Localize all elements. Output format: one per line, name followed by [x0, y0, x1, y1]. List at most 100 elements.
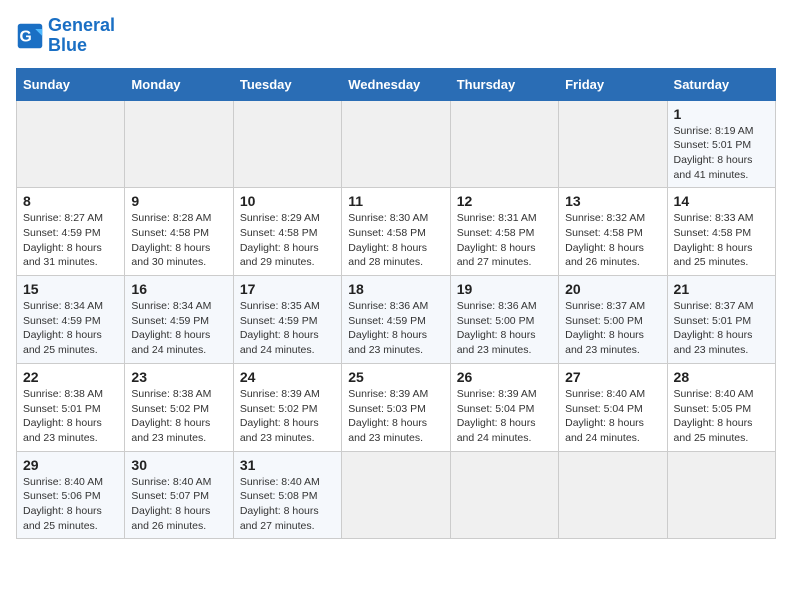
logo-text: GeneralBlue: [48, 16, 115, 56]
day-header-friday: Friday: [559, 68, 667, 100]
calendar-cell: 31 Sunrise: 8:40 AM Sunset: 5:08 PM Dayl…: [233, 451, 341, 539]
day-info: Sunrise: 8:29 AM Sunset: 4:58 PM Dayligh…: [240, 211, 335, 270]
day-info: Sunrise: 8:40 AM Sunset: 5:05 PM Dayligh…: [674, 387, 769, 446]
day-info: Sunrise: 8:37 AM Sunset: 5:01 PM Dayligh…: [674, 299, 769, 358]
day-number: 30: [131, 457, 226, 473]
calendar-cell: [559, 100, 667, 188]
day-info: Sunrise: 8:34 AM Sunset: 4:59 PM Dayligh…: [131, 299, 226, 358]
calendar-cell: 9 Sunrise: 8:28 AM Sunset: 4:58 PM Dayli…: [125, 188, 233, 276]
day-number: 18: [348, 281, 443, 297]
calendar-cell: [342, 100, 450, 188]
day-info: Sunrise: 8:40 AM Sunset: 5:08 PM Dayligh…: [240, 475, 335, 534]
calendar-week-5: 29 Sunrise: 8:40 AM Sunset: 5:06 PM Dayl…: [17, 451, 776, 539]
calendar-week-1: 1 Sunrise: 8:19 AM Sunset: 5:01 PM Dayli…: [17, 100, 776, 188]
day-info: Sunrise: 8:39 AM Sunset: 5:02 PM Dayligh…: [240, 387, 335, 446]
day-number: 10: [240, 193, 335, 209]
calendar-cell: 26 Sunrise: 8:39 AM Sunset: 5:04 PM Dayl…: [450, 363, 558, 451]
day-header-saturday: Saturday: [667, 68, 775, 100]
day-info: Sunrise: 8:35 AM Sunset: 4:59 PM Dayligh…: [240, 299, 335, 358]
calendar-cell: [450, 451, 558, 539]
logo: G GeneralBlue: [16, 16, 115, 56]
calendar-cell: 8 Sunrise: 8:27 AM Sunset: 4:59 PM Dayli…: [17, 188, 125, 276]
day-number: 17: [240, 281, 335, 297]
day-number: 9: [131, 193, 226, 209]
calendar-cell: 20 Sunrise: 8:37 AM Sunset: 5:00 PM Dayl…: [559, 276, 667, 364]
day-info: Sunrise: 8:19 AM Sunset: 5:01 PM Dayligh…: [674, 124, 769, 183]
day-info: Sunrise: 8:36 AM Sunset: 5:00 PM Dayligh…: [457, 299, 552, 358]
calendar-cell: [559, 451, 667, 539]
calendar-cell: 22 Sunrise: 8:38 AM Sunset: 5:01 PM Dayl…: [17, 363, 125, 451]
calendar-cell: [667, 451, 775, 539]
day-header-sunday: Sunday: [17, 68, 125, 100]
day-number: 12: [457, 193, 552, 209]
page-header: G GeneralBlue: [16, 16, 776, 56]
calendar-cell: 12 Sunrise: 8:31 AM Sunset: 4:58 PM Dayl…: [450, 188, 558, 276]
day-number: 16: [131, 281, 226, 297]
day-number: 20: [565, 281, 660, 297]
day-number: 8: [23, 193, 118, 209]
calendar-cell: 14 Sunrise: 8:33 AM Sunset: 4:58 PM Dayl…: [667, 188, 775, 276]
day-info: Sunrise: 8:34 AM Sunset: 4:59 PM Dayligh…: [23, 299, 118, 358]
day-number: 27: [565, 369, 660, 385]
calendar-cell: 16 Sunrise: 8:34 AM Sunset: 4:59 PM Dayl…: [125, 276, 233, 364]
calendar-cell: [125, 100, 233, 188]
calendar-cell: [233, 100, 341, 188]
day-info: Sunrise: 8:40 AM Sunset: 5:06 PM Dayligh…: [23, 475, 118, 534]
calendar-week-2: 8 Sunrise: 8:27 AM Sunset: 4:59 PM Dayli…: [17, 188, 776, 276]
day-info: Sunrise: 8:30 AM Sunset: 4:58 PM Dayligh…: [348, 211, 443, 270]
calendar-cell: 27 Sunrise: 8:40 AM Sunset: 5:04 PM Dayl…: [559, 363, 667, 451]
day-number: 11: [348, 193, 443, 209]
day-info: Sunrise: 8:39 AM Sunset: 5:04 PM Dayligh…: [457, 387, 552, 446]
day-number: 25: [348, 369, 443, 385]
calendar-week-4: 22 Sunrise: 8:38 AM Sunset: 5:01 PM Dayl…: [17, 363, 776, 451]
calendar-cell: 15 Sunrise: 8:34 AM Sunset: 4:59 PM Dayl…: [17, 276, 125, 364]
day-info: Sunrise: 8:39 AM Sunset: 5:03 PM Dayligh…: [348, 387, 443, 446]
calendar-cell: 1 Sunrise: 8:19 AM Sunset: 5:01 PM Dayli…: [667, 100, 775, 188]
day-number: 21: [674, 281, 769, 297]
day-header-wednesday: Wednesday: [342, 68, 450, 100]
day-info: Sunrise: 8:31 AM Sunset: 4:58 PM Dayligh…: [457, 211, 552, 270]
day-number: 24: [240, 369, 335, 385]
calendar-cell: 24 Sunrise: 8:39 AM Sunset: 5:02 PM Dayl…: [233, 363, 341, 451]
day-number: 31: [240, 457, 335, 473]
logo-icon: G: [16, 22, 44, 50]
calendar-cell: [342, 451, 450, 539]
day-number: 19: [457, 281, 552, 297]
calendar-cell: 29 Sunrise: 8:40 AM Sunset: 5:06 PM Dayl…: [17, 451, 125, 539]
day-info: Sunrise: 8:36 AM Sunset: 4:59 PM Dayligh…: [348, 299, 443, 358]
calendar-cell: 23 Sunrise: 8:38 AM Sunset: 5:02 PM Dayl…: [125, 363, 233, 451]
calendar-week-3: 15 Sunrise: 8:34 AM Sunset: 4:59 PM Dayl…: [17, 276, 776, 364]
day-info: Sunrise: 8:40 AM Sunset: 5:04 PM Dayligh…: [565, 387, 660, 446]
calendar-cell: 19 Sunrise: 8:36 AM Sunset: 5:00 PM Dayl…: [450, 276, 558, 364]
day-info: Sunrise: 8:37 AM Sunset: 5:00 PM Dayligh…: [565, 299, 660, 358]
calendar-cell: 28 Sunrise: 8:40 AM Sunset: 5:05 PM Dayl…: [667, 363, 775, 451]
calendar-cell: 30 Sunrise: 8:40 AM Sunset: 5:07 PM Dayl…: [125, 451, 233, 539]
calendar-cell: 11 Sunrise: 8:30 AM Sunset: 4:58 PM Dayl…: [342, 188, 450, 276]
calendar-cell: 17 Sunrise: 8:35 AM Sunset: 4:59 PM Dayl…: [233, 276, 341, 364]
day-header-monday: Monday: [125, 68, 233, 100]
day-info: Sunrise: 8:27 AM Sunset: 4:59 PM Dayligh…: [23, 211, 118, 270]
day-info: Sunrise: 8:38 AM Sunset: 5:01 PM Dayligh…: [23, 387, 118, 446]
calendar-cell: 21 Sunrise: 8:37 AM Sunset: 5:01 PM Dayl…: [667, 276, 775, 364]
calendar-header: SundayMondayTuesdayWednesdayThursdayFrid…: [17, 68, 776, 100]
day-number: 29: [23, 457, 118, 473]
calendar-cell: 25 Sunrise: 8:39 AM Sunset: 5:03 PM Dayl…: [342, 363, 450, 451]
day-number: 14: [674, 193, 769, 209]
calendar-cell: [17, 100, 125, 188]
day-number: 15: [23, 281, 118, 297]
day-number: 26: [457, 369, 552, 385]
calendar-cell: [450, 100, 558, 188]
day-info: Sunrise: 8:33 AM Sunset: 4:58 PM Dayligh…: [674, 211, 769, 270]
day-number: 22: [23, 369, 118, 385]
day-header-thursday: Thursday: [450, 68, 558, 100]
calendar-cell: 13 Sunrise: 8:32 AM Sunset: 4:58 PM Dayl…: [559, 188, 667, 276]
day-info: Sunrise: 8:28 AM Sunset: 4:58 PM Dayligh…: [131, 211, 226, 270]
day-info: Sunrise: 8:32 AM Sunset: 4:58 PM Dayligh…: [565, 211, 660, 270]
calendar-table: SundayMondayTuesdayWednesdayThursdayFrid…: [16, 68, 776, 540]
day-number: 1: [674, 106, 769, 122]
day-info: Sunrise: 8:40 AM Sunset: 5:07 PM Dayligh…: [131, 475, 226, 534]
day-number: 23: [131, 369, 226, 385]
day-number: 13: [565, 193, 660, 209]
day-info: Sunrise: 8:38 AM Sunset: 5:02 PM Dayligh…: [131, 387, 226, 446]
day-number: 28: [674, 369, 769, 385]
